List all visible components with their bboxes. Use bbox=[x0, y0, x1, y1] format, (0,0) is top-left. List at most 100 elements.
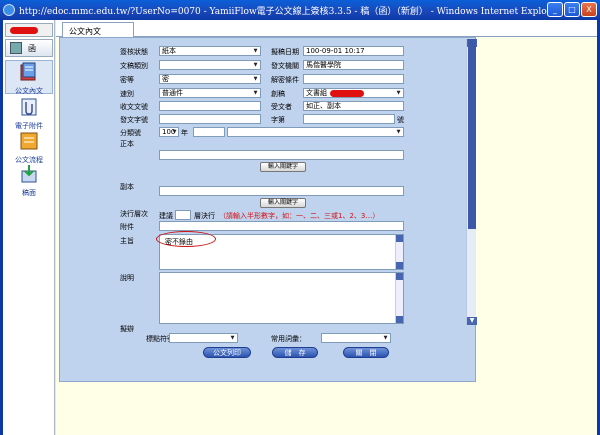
chevron-down-icon: ▼ bbox=[253, 48, 258, 54]
cc-field[interactable] bbox=[159, 186, 404, 196]
exec-hint: （請輸入半形數字，如：一、二、三或1、2、3…） bbox=[219, 212, 380, 220]
scroll-up-arrow[interactable] bbox=[396, 273, 403, 280]
scroll-up-arrow[interactable] bbox=[396, 235, 403, 242]
subject-label: 主旨 bbox=[120, 237, 134, 245]
class-number-field[interactable] bbox=[193, 127, 225, 137]
chevron-down-icon: ▼ bbox=[172, 129, 177, 135]
nav-label: 公文內文 bbox=[15, 87, 43, 95]
doc-category-select[interactable]: ▼ bbox=[159, 60, 261, 70]
issuing-org-label: 發文機關 bbox=[271, 62, 299, 70]
phrase-select[interactable]: ▼ bbox=[321, 333, 391, 343]
minimize-button[interactable]: _ bbox=[547, 2, 563, 17]
sign-status-value: 紙本 bbox=[162, 47, 176, 55]
doc-category-label: 文稿類別 bbox=[120, 62, 148, 70]
class-year-select[interactable]: 100 ▼ bbox=[159, 127, 179, 137]
nav-doc-content[interactable]: 公文內文 bbox=[5, 60, 53, 95]
chevron-down-icon: ▼ bbox=[253, 62, 258, 68]
exec-label: 決行層次 bbox=[120, 210, 148, 218]
nav-label: 稿面 bbox=[22, 189, 36, 197]
tag-select[interactable]: ▼ bbox=[169, 333, 238, 343]
chevron-down-icon: ▼ bbox=[253, 76, 258, 82]
maximize-button[interactable]: □ bbox=[564, 2, 580, 17]
save-button[interactable]: 儲 存 bbox=[272, 347, 318, 358]
declass-field[interactable] bbox=[303, 74, 404, 84]
doc-type-label: 函 bbox=[28, 44, 36, 53]
speed-value: 普通件 bbox=[162, 89, 183, 97]
nav-workflow[interactable]: 公文流程 bbox=[5, 130, 53, 164]
desc-label: 說明 bbox=[120, 274, 134, 282]
sign-status-label: 簽核狀態 bbox=[120, 48, 148, 56]
chevron-down-icon: ▼ bbox=[253, 90, 258, 96]
panel-scrollbar[interactable]: ▲▼ bbox=[466, 39, 477, 325]
close-window-button[interactable]: X bbox=[581, 2, 597, 17]
class-label: 分類號 bbox=[120, 129, 141, 137]
send-no-label: 發文字號 bbox=[120, 116, 148, 124]
window-titlebar: http://edoc.mmc.edu.tw/?UserNo=0070 - Ya… bbox=[0, 0, 600, 20]
chevron-down-icon: ▼ bbox=[383, 335, 388, 341]
send-no-field[interactable] bbox=[159, 114, 261, 124]
phrase-label: 常用詞彙： bbox=[271, 335, 306, 343]
draft-select[interactable]: 文書組 ▼ bbox=[303, 88, 404, 98]
cc-keyword-button[interactable]: 輸入關鍵字 bbox=[260, 198, 306, 208]
nav-attachment[interactable]: 電子附件 bbox=[5, 96, 53, 130]
attach-label: 附件 bbox=[120, 223, 134, 231]
chevron-down-icon: ▼ bbox=[230, 335, 235, 341]
draft-value: 文書組 bbox=[306, 89, 327, 97]
print-button[interactable]: 公文列印 bbox=[203, 347, 251, 358]
recipient-field[interactable]: 如正、副本 bbox=[303, 101, 404, 111]
security-label: 密等 bbox=[120, 76, 134, 84]
window-title: http://edoc.mmc.edu.tw/?UserNo=0070 - Ya… bbox=[19, 7, 561, 17]
security-select[interactable]: 密 ▼ bbox=[159, 74, 261, 84]
desc-scrollbar[interactable] bbox=[395, 273, 403, 323]
scroll-down-arrow[interactable] bbox=[396, 316, 403, 323]
recv-no-label: 收文文號 bbox=[120, 103, 148, 111]
scroll-thumb[interactable] bbox=[468, 39, 476, 229]
ie-icon bbox=[3, 4, 15, 16]
chevron-down-icon: ▼ bbox=[396, 90, 401, 96]
exec-level-text: 層決行 bbox=[194, 212, 215, 220]
close-button[interactable]: 關 閉 bbox=[343, 347, 389, 358]
document-icon bbox=[10, 42, 22, 54]
speed-select[interactable]: 普通件 ▼ bbox=[159, 88, 261, 98]
exec-level-field[interactable] bbox=[175, 210, 191, 220]
declass-label: 解密條件 bbox=[271, 76, 299, 84]
red-highlight-circle bbox=[156, 231, 216, 247]
scroll-down-arrow[interactable] bbox=[396, 262, 403, 269]
tab-doc-content[interactable]: 公文內文 bbox=[62, 22, 134, 37]
main-area: 公文內文 ▲▼ 簽核狀態 紙本 ▼ 擬稿日期 100-09-01 10:17 文稿… bbox=[56, 20, 597, 435]
sign-status-select[interactable]: 紙本 ▼ bbox=[159, 46, 261, 56]
form-panel: ▲▼ 簽核狀態 紙本▼ 擬稿日期 100-09-01 10:17 文稿類別 ▼ … bbox=[59, 37, 477, 382]
security-value: 密 bbox=[162, 75, 169, 83]
main-copy-keyword-button[interactable]: 輸入關鍵字 bbox=[260, 162, 306, 172]
workflow-icon bbox=[20, 132, 38, 150]
hao-label: 號 bbox=[397, 116, 404, 124]
desc-textarea[interactable] bbox=[159, 272, 404, 324]
document-edit-icon bbox=[20, 62, 36, 81]
subject-scrollbar[interactable] bbox=[395, 235, 403, 269]
draft-label: 創稿 bbox=[271, 90, 285, 98]
scroll-down-arrow[interactable]: ▼ bbox=[467, 317, 477, 325]
class-category-select[interactable]: ▼ bbox=[227, 127, 404, 137]
tab-bar: 公文內文 bbox=[56, 20, 597, 37]
sidebar: 函 公文內文 電子附件 公文流程 稿面 bbox=[3, 20, 55, 435]
recipient-label: 受文者 bbox=[271, 103, 292, 111]
user-box bbox=[5, 23, 53, 37]
attachment-icon bbox=[21, 98, 37, 116]
word-label: 字第 bbox=[271, 116, 285, 124]
nav-download[interactable]: 稿面 bbox=[5, 163, 53, 197]
word-field[interactable] bbox=[303, 114, 395, 124]
attach-field[interactable] bbox=[159, 221, 404, 231]
draft-date-label: 擬稿日期 bbox=[271, 48, 299, 56]
chevron-down-icon: ▼ bbox=[396, 129, 401, 135]
cc-label: 副本 bbox=[120, 183, 134, 191]
speed-label: 速別 bbox=[120, 90, 134, 98]
exec-suggest-label: 建議 bbox=[159, 212, 173, 220]
proposal-label: 擬辦 bbox=[120, 325, 134, 333]
doc-type-button[interactable]: 函 bbox=[5, 39, 53, 57]
draft-date-field[interactable]: 100-09-01 10:17 bbox=[303, 46, 404, 56]
main-copy-field[interactable] bbox=[159, 150, 404, 160]
year-label: 年 bbox=[181, 129, 188, 137]
issuing-org-field[interactable]: 馬偕醫學院 bbox=[303, 60, 404, 70]
main-copy-label: 正本 bbox=[120, 140, 134, 148]
recv-no-field[interactable] bbox=[159, 101, 261, 111]
